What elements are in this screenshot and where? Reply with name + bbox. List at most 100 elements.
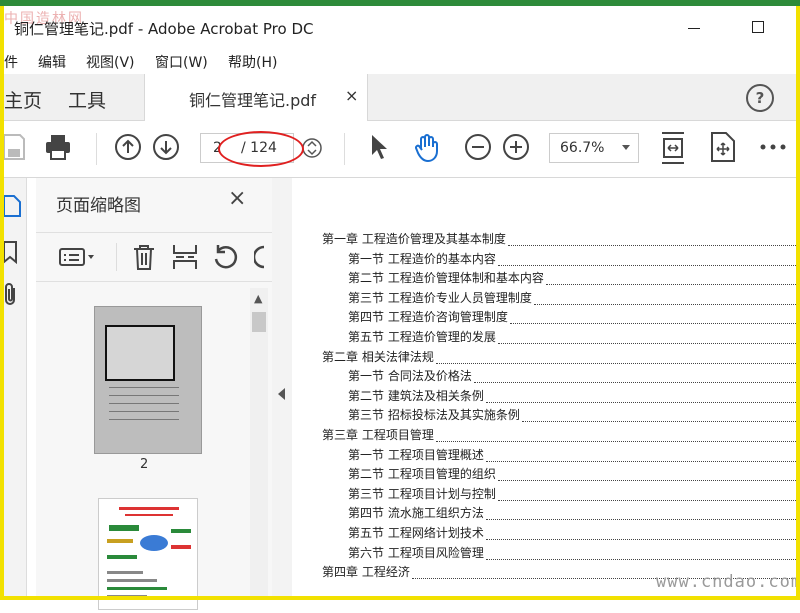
hand-tool-icon[interactable]: [412, 133, 442, 163]
page-thumbnail-3[interactable]: [98, 498, 198, 610]
chevron-down-icon: [622, 145, 630, 150]
menu-window[interactable]: 窗口(W): [155, 52, 208, 72]
toc-leader-dots: [522, 420, 800, 423]
toc-leader-dots: [508, 244, 800, 246]
toc-leader-dots: [486, 518, 800, 521]
help-icon[interactable]: ?: [746, 84, 774, 112]
toc-label: 第一章 工程造价管理及其基本制度: [322, 232, 506, 246]
attachment-icon[interactable]: [2, 282, 20, 308]
toc-label: 第一节 工程项目管理概述: [348, 447, 484, 462]
options-menu-icon[interactable]: [58, 247, 98, 267]
toc-leader-dots: [498, 264, 800, 266]
red-annotation-circle: [218, 131, 304, 167]
toc-leader-dots: [498, 499, 800, 501]
page-thumbnails-icon[interactable]: [2, 192, 22, 218]
navigation-strip: [0, 178, 27, 600]
thumbnail-line: [109, 395, 179, 396]
tab-tools[interactable]: 工具: [68, 86, 106, 113]
toc-leader-dots: [436, 362, 800, 364]
rotate-icon[interactable]: [212, 243, 240, 271]
menu-view[interactable]: 视图(V): [86, 52, 135, 72]
toc-label: 第三节 招标投标法及其实施条例: [348, 408, 520, 423]
toolbar: 2 / 124 66.7%: [0, 121, 800, 178]
collapse-arrow-icon[interactable]: [278, 388, 285, 400]
maximize-button[interactable]: [744, 14, 774, 40]
tab-document-label: 铜仁管理笔记.pdf: [189, 91, 317, 110]
toolbar-separator: [344, 133, 345, 165]
full-screen-icon[interactable]: [710, 131, 736, 163]
toc-leader-dots: [486, 558, 800, 560]
tab-document[interactable]: 铜仁管理笔记.pdf ×: [144, 74, 368, 121]
toc-leader-dots: [436, 440, 800, 442]
toc-label: 第五节 工程造价管理的发展: [348, 330, 496, 344]
panel-close-icon[interactable]: ×: [228, 186, 246, 211]
panel-collapse-bar[interactable]: [272, 178, 292, 600]
zoom-in-icon[interactable]: [502, 133, 530, 161]
thumbnail-page-number: 2: [140, 457, 149, 472]
bookmark-icon[interactable]: [2, 240, 20, 264]
toc-label: 第三节 工程造价专业人员管理制度: [348, 290, 532, 305]
window-title: 铜仁管理笔记.pdf - Adobe Acrobat Pro DC: [14, 20, 314, 38]
toc-label: 第二节 建筑法及相关条例: [348, 388, 484, 403]
thumbnail-line: [109, 419, 179, 420]
thumbnail-line: [109, 403, 179, 404]
title-bar: 中国造林网 铜仁管理笔记.pdf - Adobe Acrobat Pro DC: [0, 6, 800, 48]
toc-leader-dots: [486, 538, 800, 540]
tab-close-icon[interactable]: ×: [345, 86, 358, 105]
toc-label: 第二节 工程项目管理的组织: [348, 467, 496, 482]
toc-label: 第三节 工程项目计划与控制: [348, 486, 496, 501]
viewport-box[interactable]: [105, 325, 175, 381]
panel-separator: [116, 243, 117, 271]
footer-watermark: www.cndao.com: [656, 572, 800, 592]
toc-label: 第六节 工程项目风险管理: [348, 545, 484, 560]
panel-title: 页面缩略图: [56, 196, 141, 216]
toc-leader-dots: [546, 283, 800, 286]
page-up-icon[interactable]: [114, 133, 142, 161]
tab-home[interactable]: 主页: [4, 86, 42, 113]
page-stepper-icon[interactable]: [302, 137, 322, 159]
toc-label: 第四节 流水施工组织方法: [348, 506, 484, 521]
page-thumbnail-2[interactable]: [94, 306, 202, 454]
document-view[interactable]: 第一章 工程造价管理及其基本制度第一节 工程造价的基本内容第二节 工程造价管理体…: [292, 178, 800, 600]
panel-scrollbar[interactable]: ▲: [250, 288, 268, 600]
thumbnail-mindmap-preview: [107, 507, 191, 598]
toolbar-separator: [96, 133, 97, 165]
fit-page-icon[interactable]: [660, 131, 686, 165]
toc-label: 第五节 工程网络计划技术: [348, 526, 484, 540]
menu-edit[interactable]: 编辑: [38, 52, 66, 72]
more-icon[interactable]: [760, 143, 786, 151]
scroll-up-icon[interactable]: ▲: [254, 292, 262, 305]
panel-toolbar: [36, 232, 272, 282]
minimize-button[interactable]: [680, 14, 710, 40]
menu-help[interactable]: 帮助(H): [228, 52, 277, 72]
toc-leader-dots: [534, 303, 800, 305]
save-icon[interactable]: [2, 133, 26, 161]
toc-label: 第二章 相关法律法规: [322, 349, 434, 364]
menu-bar: 件 编辑 视图(V) 窗口(W) 帮助(H): [0, 48, 800, 74]
toc-label: 第一节 合同法及价格法: [348, 369, 472, 384]
scrollbar-thumb[interactable]: [252, 312, 266, 332]
toc-leader-dots: [498, 479, 800, 482]
delete-page-icon[interactable]: [132, 243, 156, 271]
page-thumbnails-panel: 页面缩略图 × ▲ 2: [36, 178, 273, 610]
top-accent-stripe: [0, 0, 800, 6]
toc-leader-dots: [486, 460, 800, 462]
toc-label: 第一节 工程造价的基本内容: [348, 251, 496, 266]
menu-file[interactable]: 件: [4, 52, 18, 72]
rotate-more-icon[interactable]: [254, 245, 266, 269]
toc-label: 第二节 工程造价管理体制和基本内容: [348, 271, 544, 286]
zoom-select[interactable]: 66.7%: [549, 133, 639, 163]
thumbnail-line: [109, 387, 179, 388]
toc-leader-dots: [486, 401, 800, 403]
toc-label: 第四节 工程造价咨询管理制度: [348, 310, 508, 325]
tab-bar: 主页 工具 铜仁管理笔记.pdf × ?: [0, 74, 800, 121]
toc-leader-dots: [510, 322, 800, 325]
select-cursor-icon[interactable]: [368, 133, 390, 161]
toc-leader-dots: [498, 342, 800, 344]
print-icon[interactable]: [44, 133, 72, 161]
insert-page-icon[interactable]: [172, 243, 198, 271]
thumbnail-line: [109, 411, 179, 412]
page-down-icon[interactable]: [152, 133, 180, 161]
zoom-value: 66.7%: [560, 140, 605, 156]
zoom-out-icon[interactable]: [464, 133, 492, 161]
